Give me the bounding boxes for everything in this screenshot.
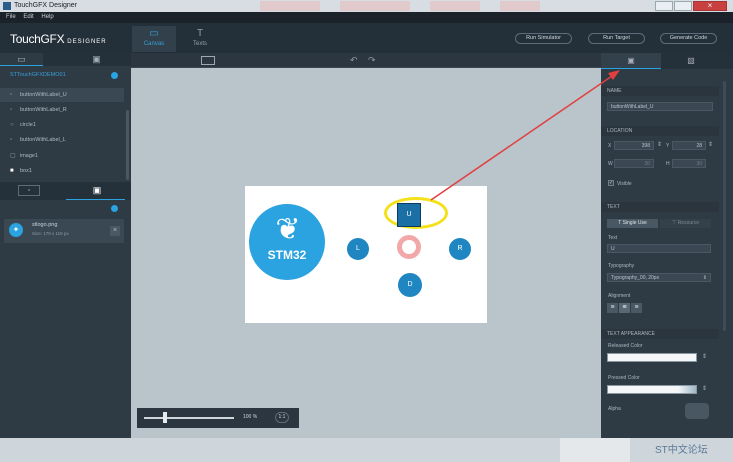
status-bar: ST中文论坛 (0, 438, 733, 462)
app-window: TouchGFX Designer × File Edit Help Touch… (0, 0, 733, 462)
status-blur (560, 438, 630, 462)
forum-watermark: ST中文论坛 (655, 445, 708, 456)
annotation-arrow (430, 70, 620, 201)
